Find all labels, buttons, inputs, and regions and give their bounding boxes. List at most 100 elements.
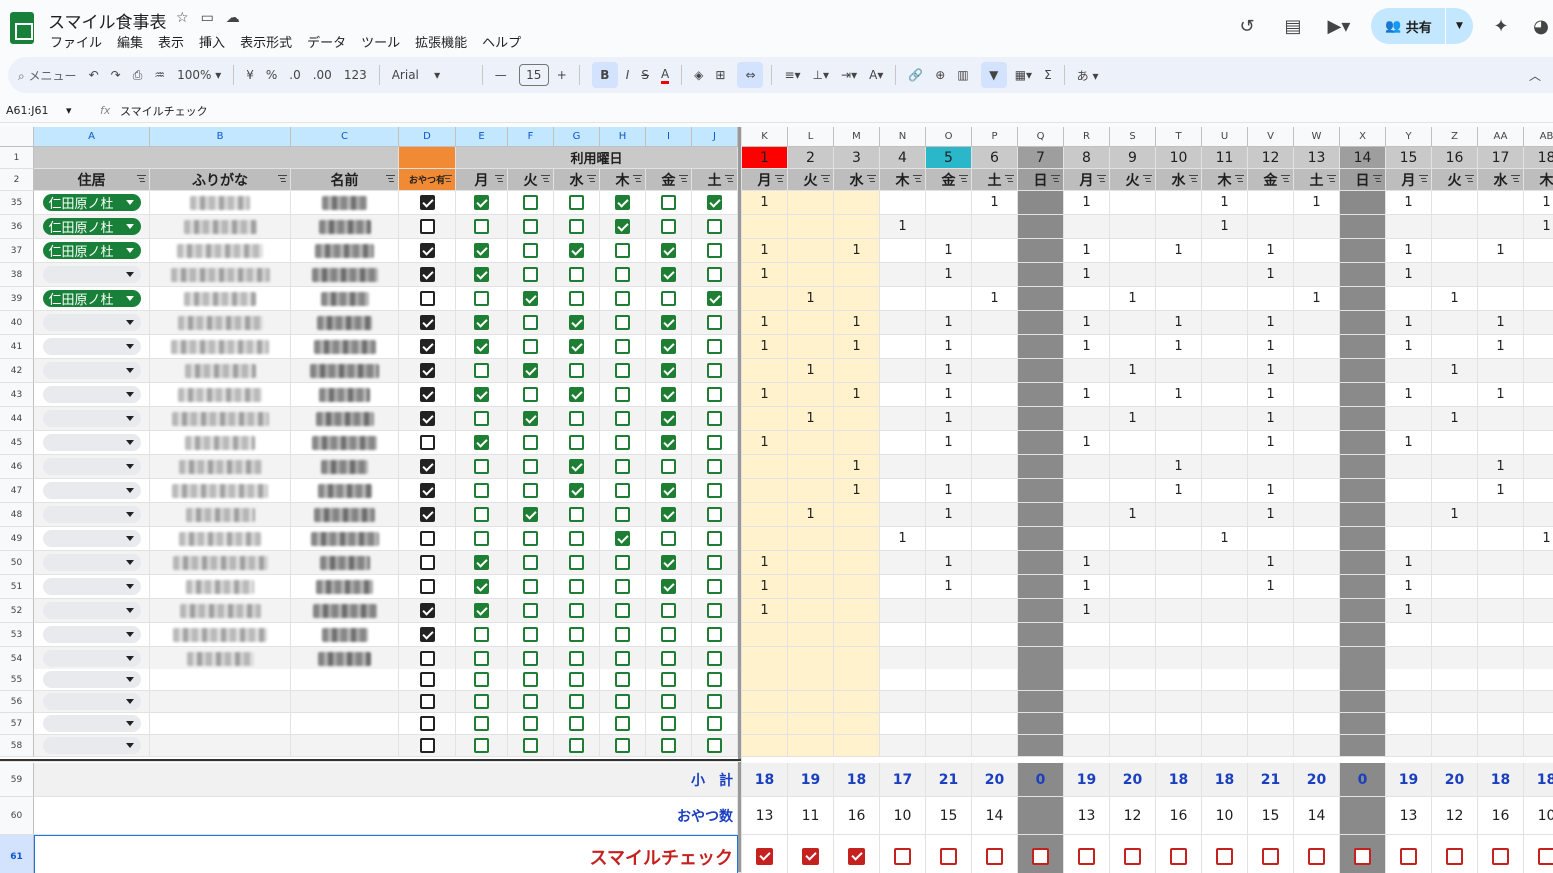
weekday-checkbox[interactable] <box>661 627 676 642</box>
borders-icon[interactable]: ⊞ <box>715 68 725 82</box>
day-value-cell[interactable] <box>1202 575 1248 599</box>
date-header-9[interactable]: 9 <box>1110 147 1156 169</box>
header-weekday-0[interactable]: 月 <box>456 169 508 191</box>
smile-check-cell[interactable] <box>1478 835 1524 873</box>
weekday-checkbox[interactable] <box>661 507 676 522</box>
residence-cell[interactable] <box>34 623 150 647</box>
number-format-button[interactable]: 123 <box>344 68 367 82</box>
day-value-cell[interactable] <box>1340 647 1386 671</box>
day-value-cell[interactable] <box>1432 215 1478 239</box>
day-value-cell[interactable] <box>742 735 788 757</box>
row-header-50[interactable]: 50 <box>0 551 34 575</box>
day-value-cell[interactable] <box>880 407 926 431</box>
day-value-cell[interactable] <box>1018 263 1064 287</box>
weekday-checkbox-cell[interactable] <box>646 575 692 599</box>
weekday-checkbox-cell[interactable] <box>456 335 508 359</box>
day-value-cell[interactable]: 1 <box>788 503 834 527</box>
day-value-cell[interactable] <box>1248 191 1294 215</box>
weekday-checkbox-cell[interactable] <box>554 191 600 215</box>
weekday-checkbox[interactable] <box>615 672 630 687</box>
weekday-checkbox[interactable] <box>523 339 538 354</box>
font-select[interactable]: Arial ▾ <box>392 68 470 82</box>
day-value-cell[interactable] <box>1386 735 1432 757</box>
day-value-cell[interactable] <box>1340 713 1386 735</box>
residence-cell[interactable]: 仁田原ノ杜 <box>34 191 150 215</box>
weekday-checkbox[interactable] <box>474 315 489 330</box>
subtotal-value[interactable]: 18 <box>742 763 788 797</box>
weekday-checkbox[interactable] <box>523 579 538 594</box>
furigana-cell[interactable] <box>150 669 291 691</box>
header-snack[interactable]: おやつ有 <box>399 169 456 191</box>
day-value-cell[interactable] <box>1294 311 1340 335</box>
day-value-cell[interactable] <box>788 527 834 551</box>
day-value-cell[interactable] <box>1524 287 1553 311</box>
furigana-cell[interactable] <box>150 239 291 263</box>
column-header-S[interactable]: S <box>1110 127 1156 147</box>
weekday-checkbox-cell[interactable] <box>456 287 508 311</box>
smile-checkbox[interactable] <box>1032 848 1049 865</box>
column-header-I[interactable]: I <box>646 127 692 147</box>
day-value-cell[interactable] <box>926 191 972 215</box>
day-value-cell[interactable] <box>1156 359 1202 383</box>
day-value-cell[interactable] <box>1202 479 1248 503</box>
day-value-cell[interactable] <box>1340 383 1386 407</box>
date-header-1[interactable]: 1 <box>742 147 788 169</box>
weekday-checkbox-cell[interactable] <box>600 335 646 359</box>
day-value-cell[interactable]: 1 <box>926 335 972 359</box>
weekday-checkbox-cell[interactable] <box>646 503 692 527</box>
filter-icon[interactable] <box>1281 175 1290 183</box>
name-cell[interactable] <box>291 551 399 575</box>
column-header-B[interactable]: B <box>150 127 291 147</box>
weekday-checkbox-cell[interactable] <box>456 359 508 383</box>
smile-checkbox[interactable] <box>802 848 819 865</box>
name-cell[interactable] <box>291 191 399 215</box>
snack-checkbox[interactable] <box>419 411 435 426</box>
row-header-57[interactable]: 57 <box>0 713 34 735</box>
day-value-cell[interactable] <box>1064 455 1110 479</box>
subtotal-value[interactable]: 21 <box>1248 763 1294 797</box>
subtotal-value[interactable]: 21 <box>926 763 972 797</box>
day-value-cell[interactable] <box>742 713 788 735</box>
day-value-cell[interactable] <box>972 383 1018 407</box>
row-header-48[interactable]: 48 <box>0 503 34 527</box>
day-value-cell[interactable]: 1 <box>926 431 972 455</box>
weekday-checkbox[interactable] <box>569 339 584 354</box>
furigana-cell[interactable] <box>150 647 291 671</box>
residence-cell[interactable] <box>34 335 150 359</box>
weekday-checkbox-cell[interactable] <box>600 311 646 335</box>
weekday-checkbox-cell[interactable] <box>692 647 738 671</box>
residence-cell[interactable] <box>34 551 150 575</box>
snack-checkbox[interactable] <box>419 579 435 594</box>
column-header-L[interactable]: L <box>788 127 834 147</box>
smile-check-cell[interactable] <box>1064 835 1110 873</box>
move-folder-icon[interactable]: ▭ <box>201 10 214 26</box>
weekday-checkbox[interactable] <box>707 411 722 426</box>
day-value-cell[interactable] <box>742 503 788 527</box>
column-header-O[interactable]: O <box>926 127 972 147</box>
day-value-cell[interactable] <box>834 407 880 431</box>
column-header-Y[interactable]: Y <box>1386 127 1432 147</box>
day-value-cell[interactable] <box>1432 455 1478 479</box>
snack-checkbox-cell[interactable] <box>399 551 456 575</box>
residence-cell[interactable] <box>34 691 150 713</box>
day-value-cell[interactable] <box>1340 735 1386 757</box>
day-value-cell[interactable]: 1 <box>788 359 834 383</box>
day-value-cell[interactable]: 1 <box>1064 311 1110 335</box>
residence-cell[interactable] <box>34 455 150 479</box>
weekday-checkbox[interactable] <box>523 387 538 402</box>
day-value-cell[interactable] <box>788 647 834 671</box>
snack-checkbox[interactable] <box>419 363 435 378</box>
day-value-cell[interactable] <box>880 431 926 455</box>
day-value-cell[interactable] <box>972 735 1018 757</box>
smile-checkbox[interactable] <box>848 848 865 865</box>
star-icon[interactable]: ☆ <box>176 10 189 26</box>
day-value-cell[interactable]: 1 <box>1294 191 1340 215</box>
day-value-cell[interactable] <box>1156 713 1202 735</box>
day-value-cell[interactable] <box>788 263 834 287</box>
day-value-cell[interactable] <box>1202 691 1248 713</box>
day-value-cell[interactable]: 1 <box>1248 335 1294 359</box>
day-value-cell[interactable] <box>1340 407 1386 431</box>
snack-checkbox[interactable] <box>419 435 435 450</box>
day-value-cell[interactable] <box>880 335 926 359</box>
day-value-cell[interactable] <box>1294 527 1340 551</box>
